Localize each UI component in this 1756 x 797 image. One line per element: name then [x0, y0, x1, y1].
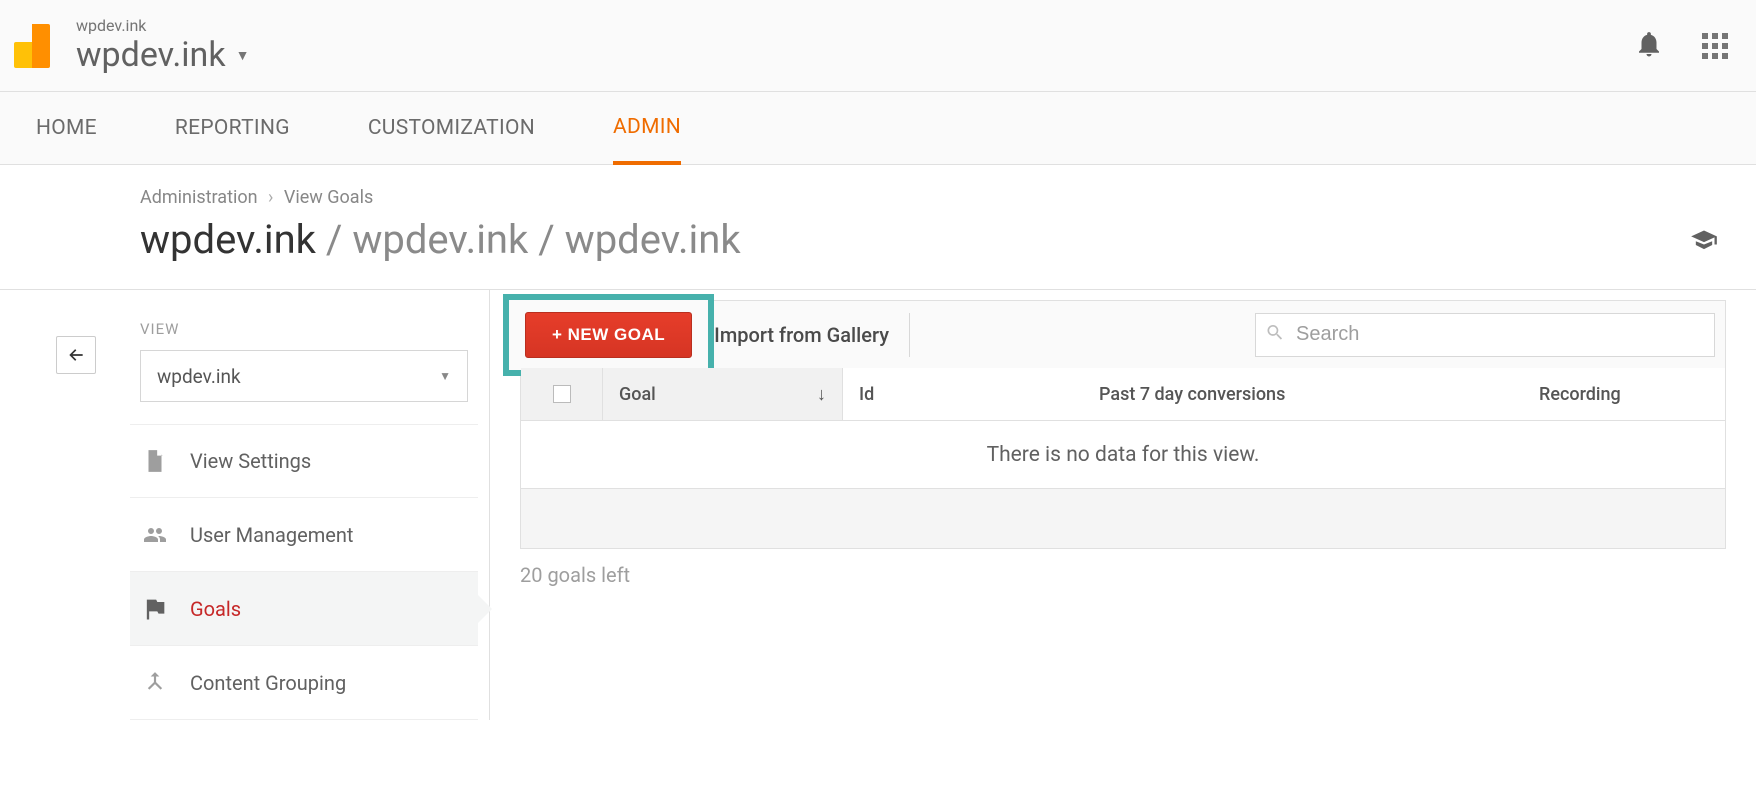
sidebar-section-label: VIEW — [140, 320, 489, 338]
merge-icon — [140, 668, 170, 698]
account-name: wpdev.ink — [140, 216, 316, 263]
breadcrumb-separator: › — [268, 187, 273, 208]
sidebar-item-user-management[interactable]: User Management — [130, 498, 478, 572]
search-input[interactable] — [1255, 313, 1715, 357]
property-selector[interactable]: wpdev.ink wpdev.ink ▼ — [76, 16, 249, 75]
actions-bar: + NEW GOAL Import from Gallery — [520, 300, 1726, 368]
org-name: wpdev.ink — [76, 16, 249, 35]
bell-icon[interactable] — [1634, 29, 1664, 63]
breadcrumb-level1[interactable]: Administration — [140, 187, 258, 208]
ga-logo-icon — [14, 24, 54, 68]
view-select-value: wpdev.ink — [157, 365, 241, 388]
education-icon[interactable] — [1688, 227, 1720, 259]
column-label: Goal — [619, 384, 656, 405]
back-button[interactable] — [56, 336, 96, 374]
tab-reporting[interactable]: REPORTING — [175, 92, 290, 164]
sidebar-item-label: View Settings — [190, 449, 311, 473]
view-select[interactable]: wpdev.ink ▼ — [140, 350, 468, 402]
highlight-annotation: + NEW GOAL — [503, 294, 714, 376]
apps-icon[interactable] — [1702, 33, 1728, 59]
main-panel: + NEW GOAL Import from Gallery Goal ↓ — [490, 290, 1756, 720]
column-past7[interactable]: Past 7 day conversions — [1083, 368, 1523, 420]
breadcrumb-heading: wpdev.ink / wpdev.ink / wpdev.ink — [140, 216, 1756, 263]
column-id[interactable]: Id — [843, 368, 1083, 420]
property-name: wpdev.ink — [76, 35, 226, 75]
people-icon — [140, 520, 170, 550]
empty-state-message: There is no data for this view. — [521, 420, 1725, 488]
sort-arrow-icon: ↓ — [817, 384, 826, 405]
main-nav: HOME REPORTING CUSTOMIZATION ADMIN — [0, 92, 1756, 165]
import-from-gallery-link[interactable]: Import from Gallery — [714, 323, 889, 347]
sidebar-item-goals[interactable]: Goals — [130, 572, 478, 646]
column-goal[interactable]: Goal ↓ — [603, 368, 843, 420]
select-all-checkbox[interactable] — [553, 385, 571, 403]
table-footer — [521, 488, 1725, 548]
document-icon — [140, 446, 170, 476]
sidebar-item-label: User Management — [190, 523, 353, 547]
property-path: wpdev.ink — [352, 216, 528, 263]
tab-home[interactable]: HOME — [36, 92, 97, 164]
sidebar-item-view-settings[interactable]: View Settings — [130, 424, 478, 498]
tab-customization[interactable]: CUSTOMIZATION — [368, 92, 535, 164]
sidebar-item-label: Content Grouping — [190, 671, 346, 695]
column-recording[interactable]: Recording — [1523, 368, 1725, 420]
sidebar-item-content-grouping[interactable]: Content Grouping — [130, 646, 478, 720]
sidebar-item-label: Goals — [190, 597, 241, 621]
flag-icon — [140, 594, 170, 624]
search-icon — [1265, 322, 1285, 347]
table-header: Goal ↓ Id Past 7 day conversions Recordi… — [521, 368, 1725, 420]
breadcrumb: Administration › View Goals wpdev.ink / … — [0, 165, 1756, 290]
new-goal-button[interactable]: + NEW GOAL — [525, 312, 692, 358]
view-path: wpdev.ink — [565, 216, 741, 263]
app-header: wpdev.ink wpdev.ink ▼ — [0, 0, 1756, 92]
divider — [909, 313, 910, 357]
chevron-down-icon: ▼ — [236, 47, 250, 64]
goals-table: Goal ↓ Id Past 7 day conversions Recordi… — [520, 368, 1726, 549]
breadcrumb-level2[interactable]: View Goals — [284, 187, 373, 208]
chevron-down-icon: ▼ — [439, 369, 451, 383]
tab-admin[interactable]: ADMIN — [613, 93, 681, 165]
goals-remaining-label: 20 goals left — [520, 563, 1726, 587]
